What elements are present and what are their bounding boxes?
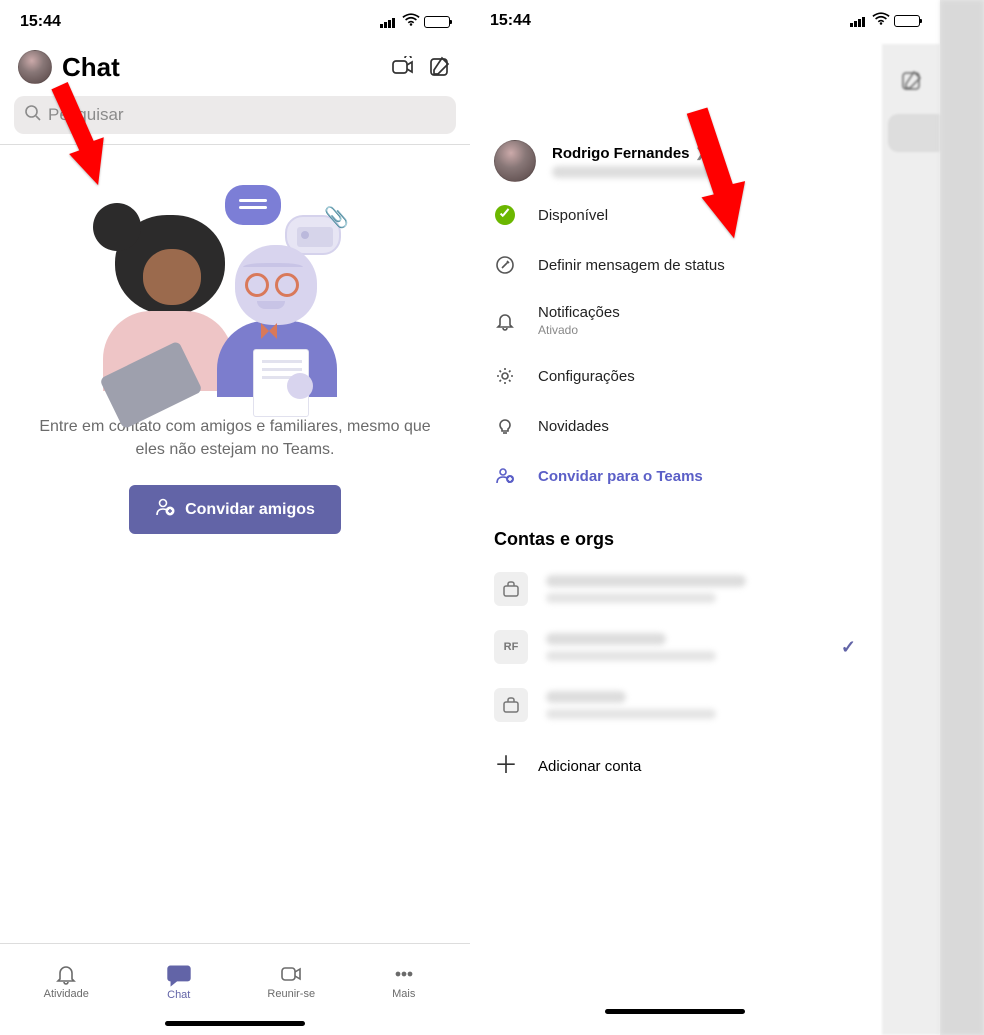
tab-label: Atividade [44, 988, 89, 1000]
tab-activity[interactable]: Atividade [31, 962, 101, 1000]
bell-icon [54, 962, 78, 986]
profile-name: Rodrigo Fernandes [552, 145, 690, 162]
menu-label: Notificações [538, 304, 620, 321]
menu-status-message[interactable]: Definir mensagem de status [470, 240, 880, 290]
side-panel: Rodrigo Fernandes ❯ Disponível Definir m… [470, 86, 880, 1035]
menu-label: Definir mensagem de status [538, 257, 725, 274]
tab-label: Chat [167, 989, 190, 1001]
redacted-text [546, 651, 716, 661]
profile-panel-screen: 15:44 Rodrigo Fernandes ❯ [470, 0, 940, 1035]
account-item[interactable]: RF ✓ [470, 618, 880, 676]
more-icon [392, 962, 416, 986]
tab-label: Mais [392, 988, 415, 1000]
gear-icon [494, 365, 516, 387]
menu-sublabel: Ativado [538, 323, 620, 337]
account-item[interactable] [470, 676, 880, 734]
bell-icon [494, 310, 516, 332]
briefcase-icon [494, 572, 528, 606]
redacted-text [546, 709, 716, 719]
profile-header[interactable]: Rodrigo Fernandes ❯ [470, 86, 880, 190]
chat-icon [166, 961, 192, 987]
tab-more[interactable]: Mais [369, 962, 439, 1000]
search-icon [24, 104, 42, 127]
people-illustration: 📎 [105, 185, 365, 385]
tab-meet[interactable]: Reunir-se [256, 962, 326, 1000]
camera-icon [279, 962, 303, 986]
compose-icon [900, 70, 922, 92]
empty-text: Entre em contato com amigos e familiares… [30, 415, 440, 461]
status-icons [380, 13, 450, 32]
invite-friends-button[interactable]: Convidar amigos [129, 485, 341, 534]
accounts-header: Contas e orgs [470, 501, 880, 560]
chat-screen: 15:44 Chat Pesquisar 📎 [0, 0, 470, 1035]
header-row: Chat [0, 44, 470, 90]
menu-label: Convidar para o Teams [538, 468, 703, 485]
add-account-label: Adicionar conta [538, 758, 641, 775]
empty-state: 📎 Entre em contato com amigos e familiar… [0, 145, 470, 534]
wifi-icon [872, 12, 890, 31]
menu-available[interactable]: Disponível [470, 190, 880, 240]
dimmed-background [882, 44, 940, 1035]
redacted-text [546, 691, 626, 703]
battery-icon [424, 16, 450, 28]
video-call-icon[interactable] [390, 54, 416, 80]
menu-notifications[interactable]: Notificações Ativado [470, 290, 880, 351]
add-account-button[interactable]: ＋ Adicionar conta [470, 734, 880, 798]
menu-label: Novidades [538, 418, 609, 435]
home-indicator [470, 999, 880, 1023]
home-indicator [0, 1011, 470, 1035]
chevron-right-icon: ❯ [696, 146, 706, 160]
search-input[interactable]: Pesquisar [14, 96, 456, 134]
briefcase-icon [494, 688, 528, 722]
check-icon: ✓ [841, 637, 856, 658]
redacted-text [546, 593, 716, 603]
search-placeholder: Pesquisar [48, 105, 124, 125]
available-icon [495, 205, 515, 225]
menu-invite-teams[interactable]: Convidar para o Teams [470, 451, 880, 501]
status-icons [850, 12, 920, 31]
cellular-icon [380, 16, 398, 28]
status-time: 15:44 [20, 13, 61, 31]
person-add-icon [494, 465, 516, 487]
wifi-icon [402, 13, 420, 32]
tab-bar: Atividade Chat Reunir-se Mais [0, 943, 470, 1011]
pencil-icon [494, 254, 516, 276]
tab-label: Reunir-se [267, 988, 315, 1000]
page-gutter [940, 0, 984, 1035]
redacted-text [546, 633, 666, 645]
compose-icon[interactable] [426, 54, 452, 80]
invite-button-label: Convidar amigos [185, 501, 315, 519]
account-initials: RF [494, 630, 528, 664]
avatar[interactable] [18, 50, 52, 84]
avatar [494, 140, 536, 182]
plus-icon: ＋ [494, 754, 516, 778]
lightbulb-icon [494, 415, 516, 437]
account-item[interactable] [470, 560, 880, 618]
status-bar: 15:44 [0, 0, 470, 44]
person-add-icon [155, 497, 175, 522]
status-bar: 15:44 [470, 0, 940, 42]
menu-settings[interactable]: Configurações [470, 351, 880, 401]
tab-chat[interactable]: Chat [144, 961, 214, 1001]
status-time: 15:44 [490, 12, 531, 30]
menu-label: Disponível [538, 207, 608, 224]
menu-whatsnew[interactable]: Novidades [470, 401, 880, 451]
redacted-text [546, 575, 746, 587]
profile-email-redacted [552, 166, 722, 178]
cellular-icon [850, 15, 868, 27]
battery-icon [894, 15, 920, 27]
page-title: Chat [62, 52, 380, 83]
menu-label: Configurações [538, 368, 635, 385]
